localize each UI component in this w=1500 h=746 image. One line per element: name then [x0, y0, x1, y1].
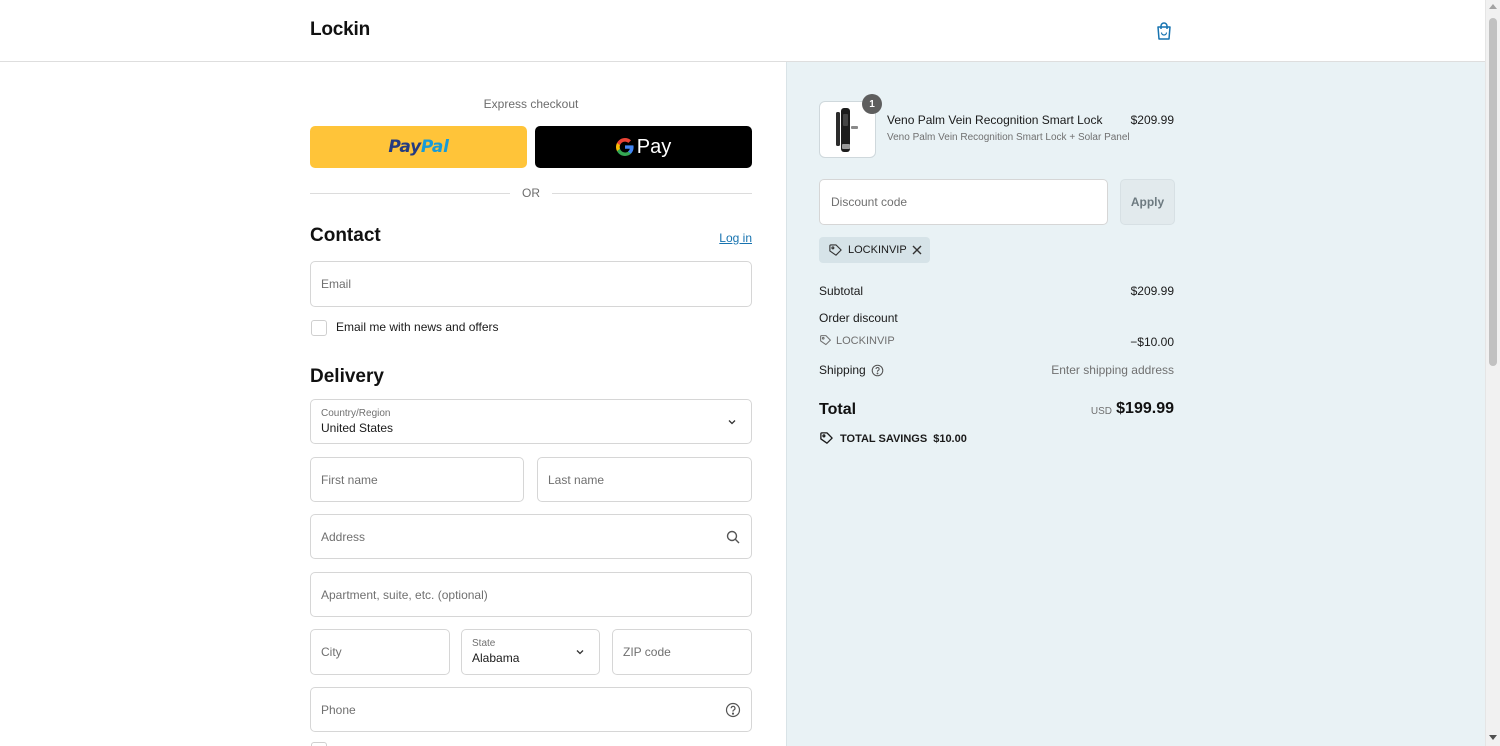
country-label: Country/Region	[321, 408, 391, 419]
first-name-placeholder: First name	[321, 472, 378, 487]
email-field[interactable]: Email	[310, 261, 752, 307]
tag-icon	[820, 335, 831, 346]
state-label: State	[472, 638, 496, 649]
remove-discount-icon[interactable]	[911, 244, 923, 256]
login-link[interactable]: Log in	[700, 231, 752, 245]
paypal-button[interactable]: PayPal	[310, 126, 527, 168]
apply-discount-button[interactable]: Apply	[1120, 179, 1175, 225]
delivery-title: Delivery	[310, 366, 384, 387]
paypal-logo: PayPal	[388, 137, 449, 157]
chevron-down-icon	[576, 650, 584, 655]
subtotal-label: Subtotal	[819, 284, 864, 298]
scroll-down-arrow-icon[interactable]	[1489, 735, 1497, 740]
city-placeholder: City	[321, 645, 342, 659]
chevron-down-icon	[728, 419, 736, 424]
product-price: $209.99	[1130, 113, 1174, 127]
country-select[interactable]: Country/Region United States	[310, 399, 752, 444]
discount-code-text: LOCKINVIP	[836, 334, 895, 347]
express-checkout-label: Express checkout	[483, 97, 579, 111]
store-logo[interactable]: Lockin	[310, 19, 370, 41]
discount-code-row: LOCKINVIP	[819, 334, 895, 347]
apartment-field[interactable]: Apartment, suite, etc. (optional)	[310, 572, 752, 617]
newsletter-checkbox[interactable]	[311, 320, 327, 336]
search-icon	[726, 530, 740, 543]
total-label: Total	[819, 401, 857, 418]
phone-placeholder: Phone	[321, 702, 356, 717]
page-scrollbar[interactable]	[1485, 0, 1500, 746]
currency-code: USD	[1090, 406, 1112, 417]
site-header: Lockin	[0, 0, 1485, 62]
product-variant: Veno Palm Vein Recognition Smart Lock + …	[887, 132, 1130, 143]
last-name-placeholder: Last name	[548, 472, 605, 487]
phone-field[interactable]: Phone	[310, 687, 752, 732]
address-field[interactable]: Address	[310, 514, 752, 559]
apartment-placeholder: Apartment, suite, etc. (optional)	[321, 587, 488, 602]
email-placeholder: Email	[321, 277, 352, 291]
shipping-value: Enter shipping address	[1051, 363, 1174, 377]
shipping-label: Shipping	[819, 363, 866, 377]
savings-value: $10.00	[933, 432, 967, 445]
shopping-bag-icon[interactable]	[1154, 21, 1174, 41]
google-pay-label: Pay	[636, 135, 672, 158]
divider-line	[552, 193, 752, 194]
zip-placeholder: ZIP code	[623, 645, 671, 659]
google-g-icon	[615, 138, 634, 156]
first-name-field[interactable]: First name	[310, 457, 524, 502]
state-select[interactable]: State Alabama	[461, 629, 600, 675]
or-divider: OR	[310, 185, 752, 201]
country-value: United States	[321, 421, 394, 435]
total-savings-row: TOTAL SAVINGS $10.00	[819, 431, 967, 446]
newsletter-label: Email me with news and offers	[336, 320, 499, 334]
order-discount-label: Order discount	[819, 311, 898, 325]
help-icon[interactable]	[871, 364, 884, 377]
discount-code-input[interactable]: Discount code	[819, 179, 1108, 225]
scrollbar-thumb[interactable]	[1489, 18, 1497, 366]
discount-placeholder: Discount code	[831, 195, 908, 209]
quantity-badge: 1	[862, 94, 882, 114]
applied-code-text: LOCKINVIP	[848, 244, 907, 256]
checkout-page: Lockin Express checkout PayPal Pay OR Co…	[0, 0, 1500, 746]
last-name-field[interactable]: Last name	[537, 457, 752, 502]
zip-field[interactable]: ZIP code	[612, 629, 752, 675]
state-value: Alabama	[472, 651, 520, 665]
total-value: $199.99	[1116, 400, 1174, 417]
google-pay-button[interactable]: Pay	[535, 126, 752, 168]
savings-label: TOTAL SAVINGS	[840, 432, 928, 445]
discount-value: −$10.00	[1130, 335, 1174, 349]
shipping-row: Shipping	[819, 363, 884, 377]
product-name: Veno Palm Vein Recognition Smart Lock	[887, 113, 1103, 127]
sms-checkbox[interactable]	[311, 742, 327, 746]
savings-tag-icon	[820, 432, 833, 444]
contact-title: Contact	[310, 225, 381, 246]
city-field[interactable]: City	[310, 629, 450, 675]
address-placeholder: Address	[321, 529, 366, 544]
subtotal-value: $209.99	[1130, 284, 1174, 298]
scroll-up-arrow-icon[interactable]	[1489, 4, 1497, 9]
help-icon[interactable]	[725, 702, 741, 718]
tag-icon	[829, 243, 842, 256]
